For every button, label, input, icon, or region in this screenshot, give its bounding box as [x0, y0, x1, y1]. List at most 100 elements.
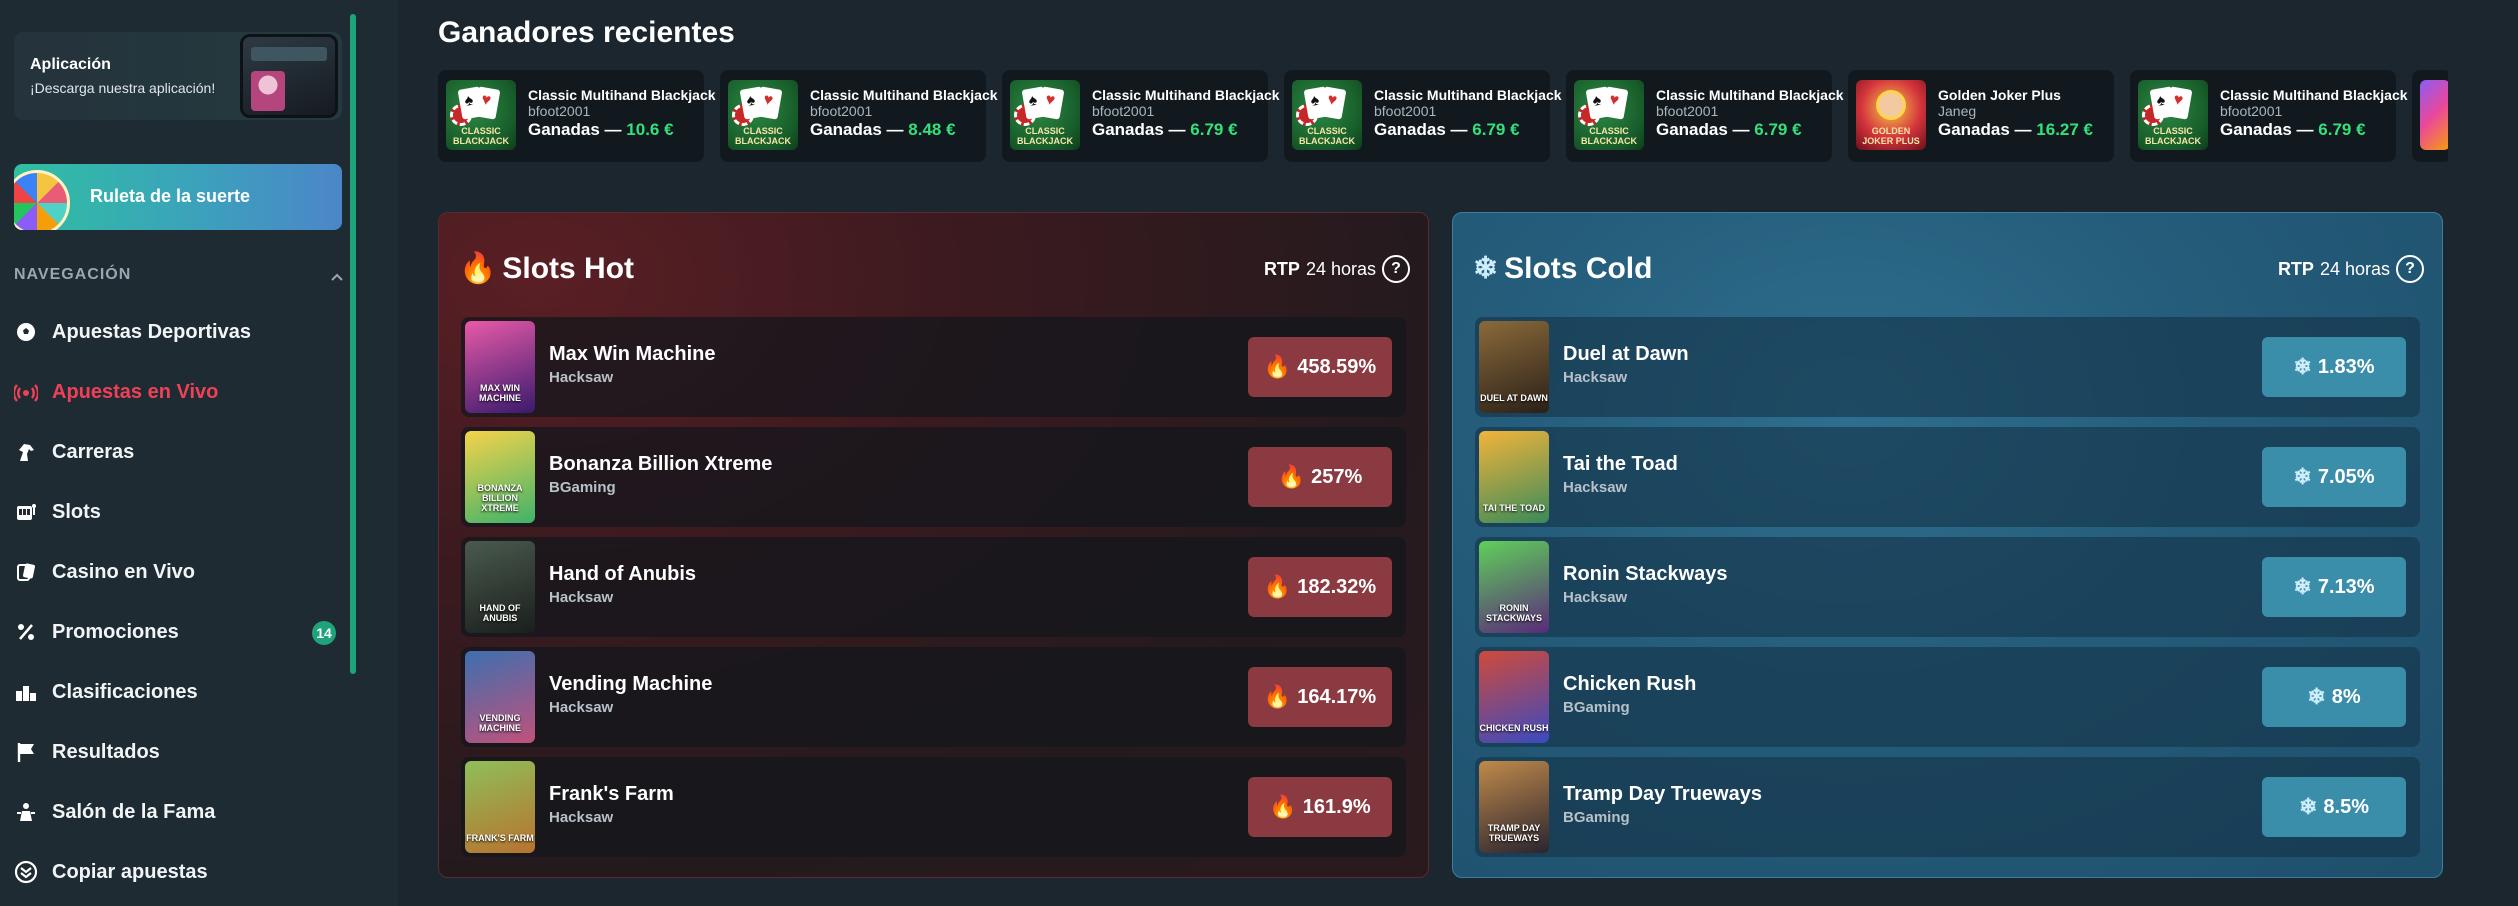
thumbnail-label: RONIN STACKWAYS	[1485, 603, 1542, 623]
winner-prefix: Ganadas —	[528, 120, 622, 139]
trophy-person-icon	[14, 800, 38, 824]
slots-cold-panel: ❄ Slots Cold RTP 24 horas ? DUEL AT DAWN…	[1452, 212, 2443, 878]
winner-prefix: Ganadas —	[1374, 120, 1468, 139]
rtp-period-label: RTP 24 horas ?	[2278, 255, 2424, 283]
sidebar-item-label: Clasificaciones	[52, 680, 198, 703]
slot-game-row[interactable]: TAI THE TOAD Tai the Toad Hacksaw ❄ 7.05%	[1475, 427, 2420, 527]
sidebar-item-slots[interactable]: Slots	[14, 492, 344, 532]
rtp-value-pill[interactable]: 🔥 458.59%	[1248, 337, 1392, 397]
live-broadcast-icon	[14, 380, 38, 404]
sidebar-item-label: Carreras	[52, 440, 135, 463]
slot-game-row[interactable]: HAND OF ANUBIS Hand of Anubis Hacksaw 🔥 182.…	[461, 537, 1406, 637]
slots-cold-title-text: Slots Cold	[1504, 251, 1653, 285]
help-icon[interactable]: ?	[1382, 255, 1410, 283]
app-download-card[interactable]: Aplicación ¡Descarga nuestra aplicación!	[14, 32, 342, 120]
rtp-value: 8.5%	[2323, 795, 2370, 818]
thumbnail-label: CLASSIC BLACKJACK	[2145, 126, 2201, 146]
slot-game-row[interactable]: DUEL AT DAWN Duel at Dawn Hacksaw ❄ 1.83%	[1475, 317, 2420, 417]
rtp-value: 8%	[2331, 685, 2361, 708]
snowflake-icon: ❄	[1473, 252, 1499, 285]
sidebar-item-apuestas-deportivas[interactable]: Apuestas Deportivas	[14, 312, 344, 352]
rtp-value-pill[interactable]: ❄ 8%	[2262, 667, 2406, 727]
fire-icon: 🔥	[1263, 574, 1292, 599]
navigation-header[interactable]: NAVEGACIÓN	[14, 266, 344, 288]
game-provider: BGaming	[1563, 809, 1630, 826]
game-thumbnail: FRANK'S FARM	[465, 761, 535, 853]
winner-prefix: Ganadas —	[1938, 120, 2032, 139]
game-provider: BGaming	[1563, 699, 1630, 716]
sidebar-item-resultados[interactable]: Resultados	[14, 732, 344, 772]
rtp-label: RTP	[1263, 258, 1300, 279]
winner-card[interactable]: CLASSIC BLACKJACK Classic Multihand Black…	[2130, 70, 2408, 162]
winner-amount: 10.6 €	[626, 120, 674, 139]
winner-card[interactable]: GOLDEN JOKER PLUS Golden Joker Plus Janeg G…	[1848, 70, 2114, 162]
winner-amount-line: Ganadas — 6.79 €	[2220, 120, 2366, 140]
rtp-value-pill[interactable]: ❄ 8.5%	[2262, 777, 2406, 837]
rtp-value-pill[interactable]: ❄ 7.13%	[2262, 557, 2406, 617]
slot-game-row[interactable]: TRAMP DAY TRUEWAYS Tramp Day Trueways BGam…	[1475, 757, 2420, 857]
sidebar-item-carreras[interactable]: Carreras	[14, 432, 344, 472]
game-thumbnail: CLASSIC BLACKJACK	[2138, 80, 2208, 150]
winner-card[interactable]: CLASSIC BLACKJACK Classic Multihand Black…	[438, 70, 716, 162]
sidebar-scrollbar[interactable]	[350, 14, 356, 674]
help-icon[interactable]: ?	[2396, 255, 2424, 283]
game-thumbnail: GOLDEN JOKER PLUS	[1856, 80, 1926, 150]
game-provider: Hacksaw	[549, 699, 614, 716]
winner-card-partial[interactable]	[2412, 70, 2448, 162]
copy-bets-icon	[14, 860, 38, 884]
game-provider: Hacksaw	[549, 589, 614, 606]
rtp-value-pill[interactable]: 🔥 257%	[1248, 447, 1392, 507]
rtp-value-pill[interactable]: 🔥 164.17%	[1248, 667, 1392, 727]
snowflake-icon: ❄	[2307, 684, 2326, 709]
winner-card[interactable]: CLASSIC BLACKJACK Classic Multihand Black…	[720, 70, 998, 162]
thumbnail-label: CLASSIC BLACKJACK	[1299, 126, 1355, 146]
fortune-wheel-button[interactable]: Ruleta de la suerte	[14, 164, 342, 230]
rtp-value-pill[interactable]: 🔥 161.9%	[1248, 777, 1392, 837]
winner-game-name: Classic Multihand Blackjack	[1656, 87, 1844, 103]
sidebar: Aplicación ¡Descarga nuestra aplicación!…	[0, 0, 398, 906]
slot-game-row[interactable]: VENDING MACHINE Vending Machine Hacksaw 🔥 16…	[461, 647, 1406, 747]
slot-game-row[interactable]: FRANK'S FARM Frank's Farm Hacksaw 🔥 161.9%	[461, 757, 1406, 857]
sidebar-item-apuestas-en-vivo[interactable]: Apuestas en Vivo	[14, 372, 344, 412]
sidebar-item-casino-en-vivo[interactable]: Casino en Vivo	[14, 552, 344, 592]
sidebar-item-clasificaciones[interactable]: Clasificaciones	[14, 672, 344, 712]
rtp-value-pill[interactable]: 🔥 182.32%	[1248, 557, 1392, 617]
slot-game-row[interactable]: CHICKEN RUSH Chicken Rush BGaming ❄ 8%	[1475, 647, 2420, 747]
sidebar-item-salon-de-la-fama[interactable]: Salón de la Fama	[14, 792, 344, 832]
game-provider: Hacksaw	[1563, 479, 1628, 496]
game-name: Vending Machine	[549, 673, 713, 695]
game-thumbnail: BONANZA BILLION XTREME	[465, 431, 535, 523]
winner-prefix: Ganadas —	[1656, 120, 1750, 139]
thumbnail-label: CLASSIC BLACKJACK	[735, 126, 791, 146]
winner-prefix: Ganadas —	[810, 120, 904, 139]
winner-username: bfoot2001	[1374, 103, 1437, 119]
winner-amount: 6.79 €	[2318, 120, 2366, 139]
winner-card[interactable]: CLASSIC BLACKJACK Classic Multihand Black…	[1566, 70, 1844, 162]
slot-game-row[interactable]: RONIN STACKWAYS Ronin Stackways Hacksaw ❄ 7.…	[1475, 537, 2420, 637]
thumbnail-label: GOLDEN JOKER PLUS	[1862, 126, 1920, 146]
slot-game-row[interactable]: BONANZA BILLION XTREME Bonanza Billion Xt…	[461, 427, 1406, 527]
game-thumbnail: HAND OF ANUBIS	[465, 541, 535, 633]
rtp-value-pill[interactable]: ❄ 7.05%	[2262, 447, 2406, 507]
winner-card[interactable]: CLASSIC BLACKJACK Classic Multihand Black…	[1284, 70, 1562, 162]
game-provider: Hacksaw	[1563, 369, 1628, 386]
winner-game-name: Golden Joker Plus	[1938, 87, 2061, 103]
cards-icon	[14, 560, 38, 584]
rtp-label: RTP	[2277, 258, 2314, 279]
sidebar-item-label: Apuestas en Vivo	[52, 380, 219, 403]
winner-amount: 8.48 €	[908, 120, 956, 139]
rtp-value: 182.32%	[1297, 575, 1377, 598]
slot-game-row[interactable]: MAX WIN MACHINE Max Win Machine Hacksaw 🔥 45…	[461, 317, 1406, 417]
rtp-value-pill[interactable]: ❄ 1.83%	[2262, 337, 2406, 397]
sidebar-item-copiar-apuestas[interactable]: Copiar apuestas	[14, 852, 344, 892]
game-thumbnail: CLASSIC BLACKJACK	[1574, 80, 1644, 150]
fortune-wheel-label: Ruleta de la suerte	[90, 186, 251, 206]
sidebar-item-promociones[interactable]: Promociones 14	[14, 612, 344, 652]
winner-username: bfoot2001	[1656, 103, 1719, 119]
thumbnail-label: CHICKEN RUSH	[1479, 723, 1549, 733]
winner-amount-line: Ganadas — 6.79 €	[1374, 120, 1520, 140]
sidebar-item-label: Apuestas Deportivas	[52, 320, 251, 343]
winner-card[interactable]: CLASSIC BLACKJACK Classic Multihand Black…	[1002, 70, 1280, 162]
main-content: Ganadores recientes CLASSIC BLACKJACK Cla…	[398, 0, 2518, 906]
sidebar-item-label: Resultados	[52, 740, 160, 763]
